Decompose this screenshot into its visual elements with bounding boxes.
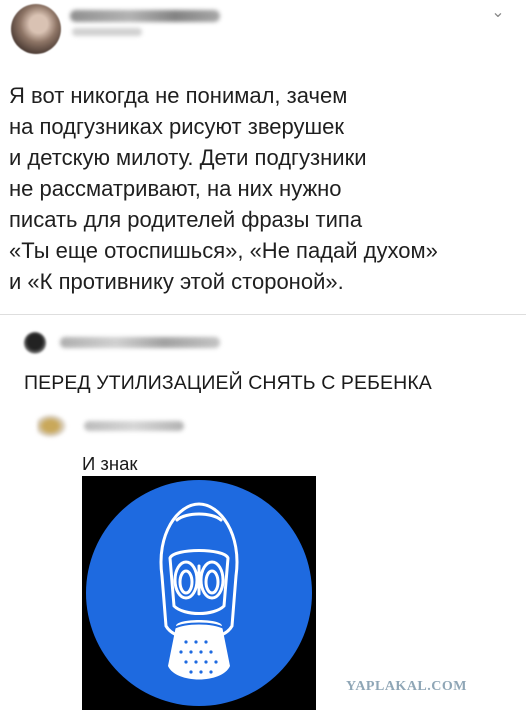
- commenter-name-blurred[interactable]: [60, 337, 220, 348]
- safety-sign-image: [82, 476, 316, 710]
- post-text-line: на подгузниках рисуют зверушек: [9, 114, 344, 139]
- commenter-avatar[interactable]: [24, 332, 46, 354]
- author-name-blurred[interactable]: [70, 10, 220, 22]
- divider: [0, 314, 526, 315]
- reply-text: И знак: [82, 453, 138, 474]
- post-text-line: «Ты еще отоспишься», «Не падай духом»: [9, 238, 438, 263]
- comment-text: ПЕРЕД УТИЛИЗАЦИЕЙ СНЯТЬ С РЕБЕНКА: [24, 372, 432, 394]
- post-text-line: и «К противнику этой стороной».: [9, 269, 344, 294]
- watermark: YAPLAKAL.COM: [346, 679, 467, 694]
- post-text-line: Я вот никогда не понимал, зачем: [9, 83, 348, 108]
- reply-name-blurred[interactable]: [84, 421, 184, 431]
- gas-mask-icon: [86, 480, 312, 706]
- reply-avatar[interactable]: [37, 414, 67, 438]
- post-text: Я вот никогда не понимал, зачем на подгу…: [9, 80, 514, 297]
- chevron-down-icon[interactable]: ⌄: [488, 5, 508, 21]
- post-text-line: не рассматривают, на них нужно: [9, 176, 342, 201]
- post-text-line: и детскую милоту. Дети подгузники: [9, 145, 367, 170]
- author-avatar[interactable]: [11, 4, 61, 54]
- post-text-line: писать для родителей фразы типа: [9, 207, 363, 232]
- author-handle-blurred: [72, 28, 142, 36]
